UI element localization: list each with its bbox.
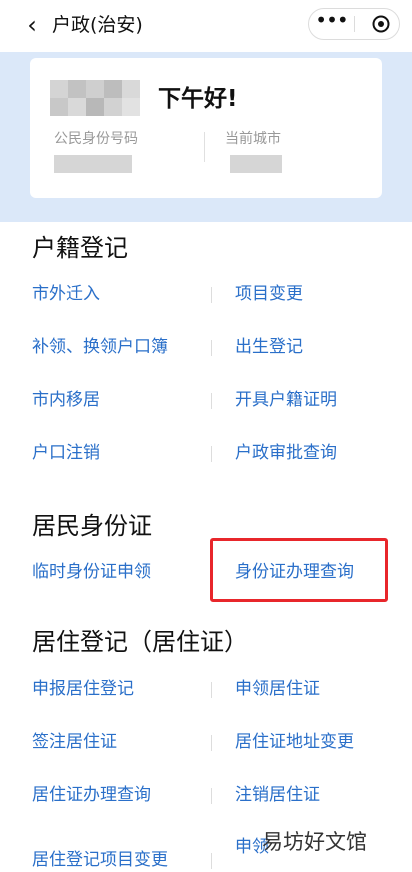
column-separator — [211, 393, 212, 409]
id-number-value-blurred — [54, 155, 132, 173]
page-title: 户政(治安) — [52, 14, 143, 36]
city-value-blurred — [230, 155, 282, 173]
column-separator — [211, 287, 212, 303]
column-separator — [211, 682, 212, 698]
column-separator — [211, 788, 212, 804]
column-separator — [211, 735, 212, 751]
avatar — [50, 77, 142, 119]
mini-program-capsule: ••• — [308, 8, 400, 40]
section-title-id-card: 居民身份证 — [32, 512, 152, 540]
column-separator — [211, 446, 212, 462]
link-residence-item-change[interactable]: 居住登记项目变更 — [32, 849, 168, 871]
link-reissue-household-book[interactable]: 补领、换领户口簿 — [32, 336, 168, 358]
back-arrow-icon[interactable]: ‹ — [18, 9, 46, 41]
more-icon[interactable]: ••• — [309, 9, 354, 39]
link-household-certificate[interactable]: 开具户籍证明 — [235, 389, 337, 411]
section-title-household-registration: 户籍登记 — [32, 234, 128, 262]
greeting-text: 下午好! — [158, 86, 238, 112]
column-separator — [211, 853, 212, 869]
link-move-within-city[interactable]: 市内移居 — [32, 389, 100, 411]
link-apply-residence-permit[interactable]: 申领居住证 — [235, 678, 320, 700]
link-approval-query[interactable]: 户政审批查询 — [235, 442, 337, 464]
section-title-residence-registration: 居住登记（居住证） — [32, 628, 248, 656]
current-city-label: 当前城市 — [225, 131, 281, 147]
highlight-annotation-box — [210, 538, 388, 602]
nav-bar: ‹ 户政(治安) ••• — [0, 0, 412, 52]
close-target-icon[interactable] — [372, 15, 390, 33]
link-declare-residence[interactable]: 申报居住登记 — [32, 678, 134, 700]
link-permit-address-change[interactable]: 居住证地址变更 — [235, 731, 354, 753]
capsule-divider — [354, 16, 355, 32]
user-card: 下午好! 公民身份号码 当前城市 — [30, 58, 382, 198]
link-item-change[interactable]: 项目变更 — [235, 283, 303, 305]
link-household-cancellation[interactable]: 户口注销 — [32, 442, 100, 464]
link-permit-processing-query[interactable]: 居住证办理查询 — [32, 784, 151, 806]
link-cancel-residence-permit[interactable]: 注销居住证 — [235, 784, 320, 806]
link-move-in-from-outside-city[interactable]: 市外迁入 — [32, 283, 100, 305]
id-number-label: 公民身份号码 — [54, 131, 138, 147]
link-endorse-residence-permit[interactable]: 签注居住证 — [32, 731, 117, 753]
watermark-text: 易坊好文馆 — [262, 830, 367, 854]
column-separator — [211, 340, 212, 356]
link-temporary-id-application[interactable]: 临时身份证申领 — [32, 561, 151, 583]
card-divider — [204, 132, 205, 162]
link-birth-registration[interactable]: 出生登记 — [235, 336, 303, 358]
